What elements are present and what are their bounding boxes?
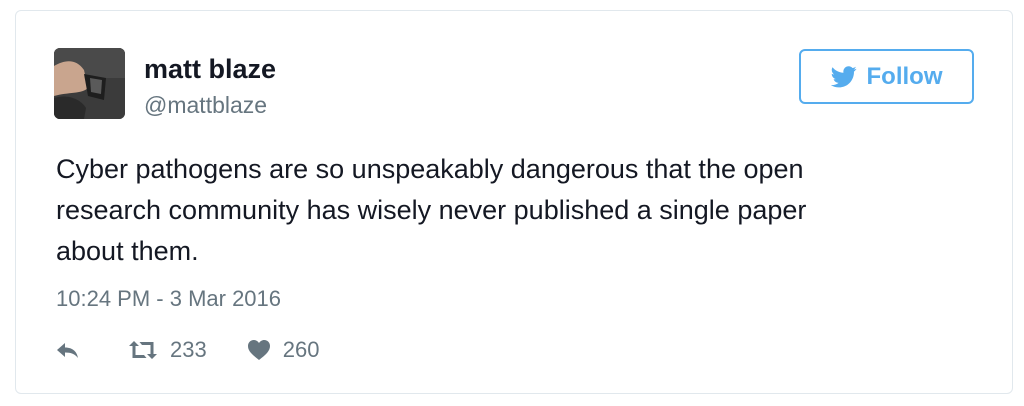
- user-name[interactable]: matt blaze: [144, 53, 276, 85]
- tweet-actions: 233 260: [56, 336, 319, 364]
- avatar-image: [54, 48, 125, 119]
- heart-icon: [247, 340, 270, 360]
- reply-button[interactable]: [56, 340, 80, 360]
- follow-button[interactable]: Follow: [799, 49, 974, 104]
- tweet-timestamp[interactable]: 10:24 PM - 3 Mar 2016: [56, 286, 281, 312]
- twitter-bird-icon: [830, 65, 857, 87]
- like-count: 260: [282, 337, 320, 362]
- retweet-icon: [129, 341, 157, 359]
- reply-icon: [57, 343, 78, 358]
- avatar[interactable]: [54, 48, 125, 119]
- retweet-button[interactable]: 233: [128, 337, 207, 363]
- follow-label: Follow: [866, 62, 943, 90]
- tweet-card: matt blaze @mattblaze Follow Cyber patho…: [15, 10, 1013, 394]
- retweet-count: 233: [170, 337, 207, 362]
- tweet-text: Cyber pathogens are so unspeakably dange…: [56, 154, 807, 266]
- user-handle[interactable]: @mattblaze: [144, 91, 267, 119]
- like-button[interactable]: 260: [247, 337, 320, 363]
